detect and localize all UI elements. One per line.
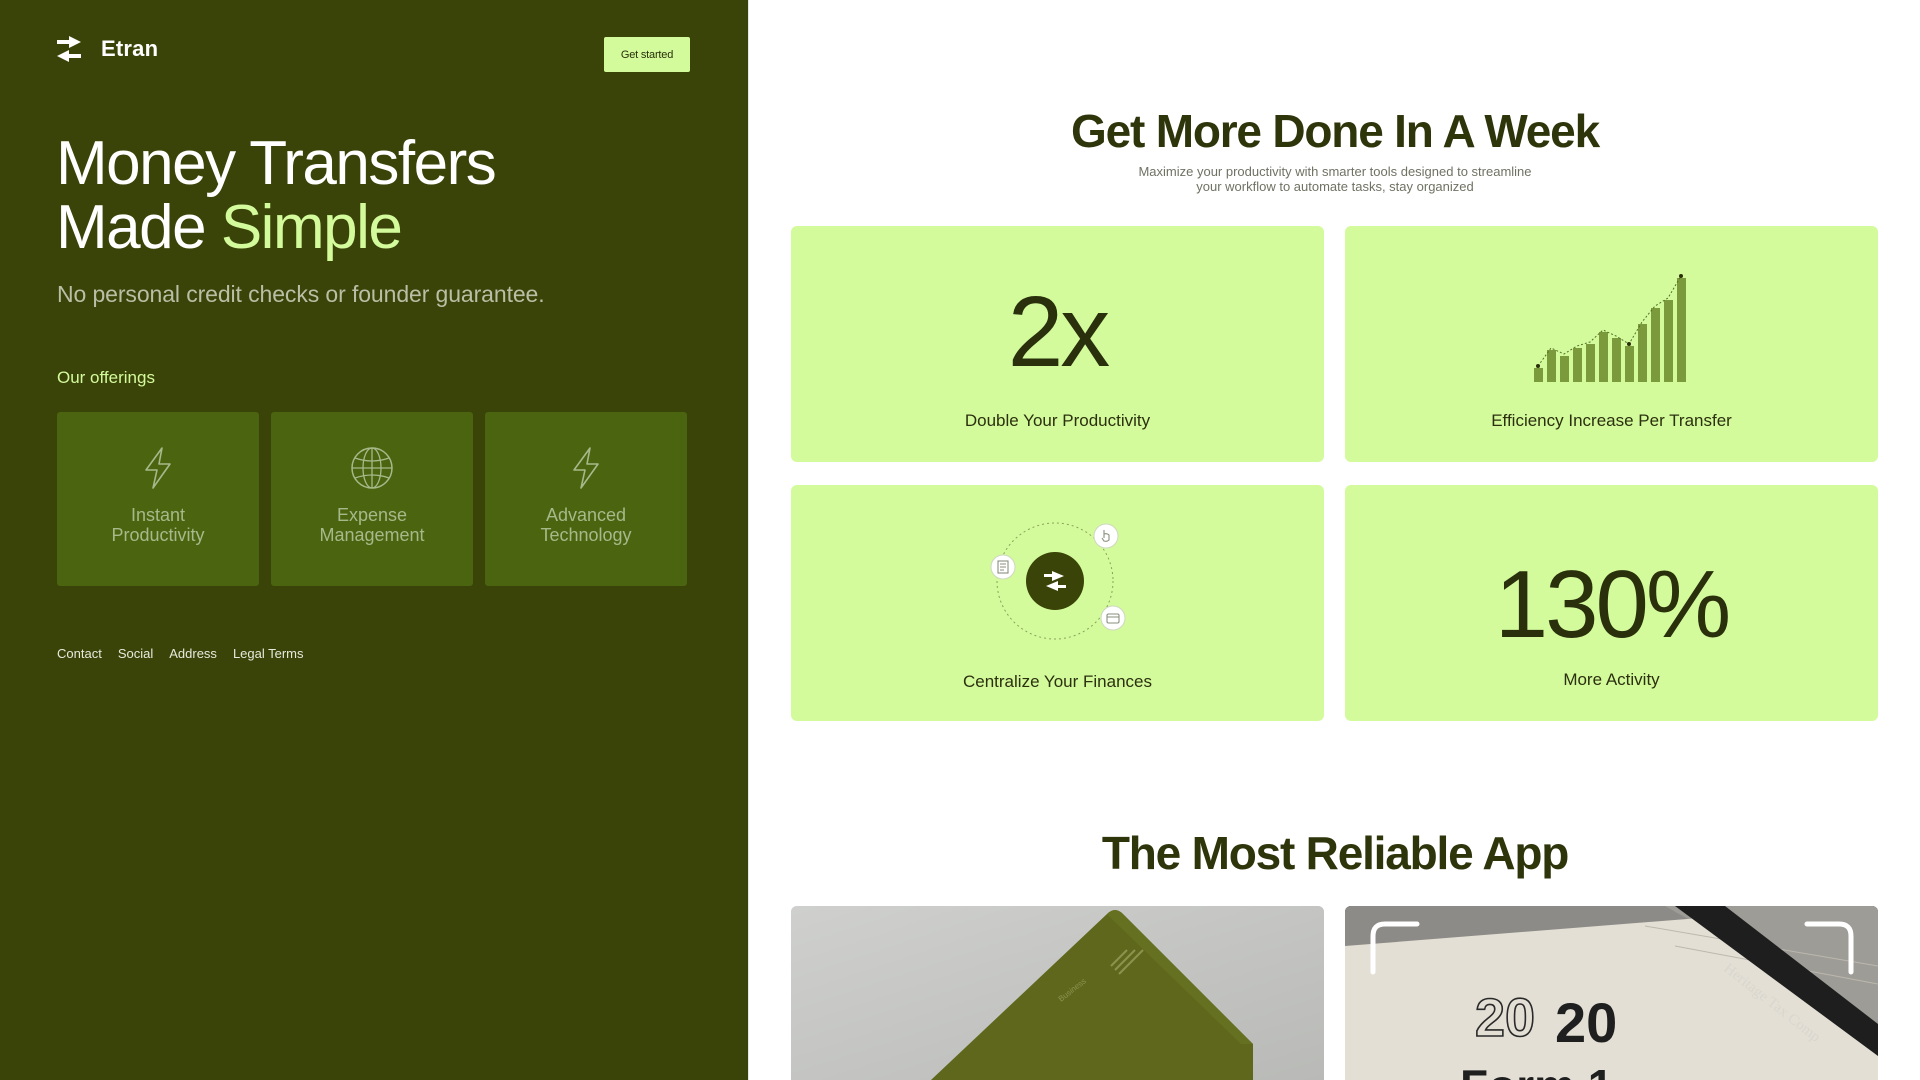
right-panel: Get More Done In A Week Maximize your pr…	[748, 0, 1920, 1080]
offerings-label: Our offerings	[57, 368, 155, 387]
left-panel: Etran Get started Money Transfers Made S…	[0, 0, 748, 1080]
tax-form-image: Heritage Tax Comp 20 20 Form 1	[1345, 906, 1878, 1080]
efficiency-bar-chart	[1534, 274, 1686, 382]
productivity-card: 2x Double Your Productivity	[791, 226, 1324, 462]
offering-label: Expense Management	[319, 505, 425, 545]
footer-links: Contact Social Address Legal Terms	[57, 646, 304, 661]
efficiency-caption: Efficiency Increase Per Transfer	[1491, 411, 1732, 430]
offering-label: Instant Productivity	[111, 505, 205, 545]
card-photo: Business	[791, 906, 1324, 1080]
activity-value: 130%	[1494, 551, 1732, 658]
transfer-arrows-icon	[57, 36, 81, 62]
get-started-button[interactable]: Get started	[604, 37, 690, 72]
hand-pointer-icon	[1093, 523, 1119, 549]
section-subtitle-line1: Maximize your productivity with smarter …	[1138, 164, 1532, 179]
offering-instant-productivity[interactable]: Instant Productivity	[57, 412, 259, 586]
brand-name: Etran	[101, 36, 159, 61]
offering-advanced-technology[interactable]: Advanced Technology	[485, 412, 687, 586]
reliable-app-title: The Most Reliable App	[1101, 827, 1570, 879]
section-subtitle-line2: your workflow to automate tasks, stay or…	[1196, 179, 1474, 194]
finances-card: Centralize Your Finances	[791, 485, 1324, 721]
globe-icon	[351, 447, 393, 489]
hero-title-prefix: Made	[56, 193, 221, 262]
hero-subtitle: No personal credit checks or founder gua…	[57, 281, 545, 307]
footer-link-contact[interactable]: Contact	[57, 646, 102, 661]
finances-caption: Centralize Your Finances	[962, 672, 1152, 691]
payment-card-image: Business	[791, 906, 1324, 1080]
offerings-list: Instant Productivity Expense Management …	[57, 412, 687, 586]
activity-card: 130% More Activity	[1345, 485, 1878, 721]
hero-title-line1: Money Transfers	[56, 129, 497, 198]
tax-form-year-bold: 20	[1555, 991, 1617, 1054]
section-title: Get More Done In A Week	[1071, 105, 1600, 157]
productivity-value: 2x	[1007, 276, 1111, 388]
receipt-icon	[990, 554, 1016, 580]
tax-form-year-outline: 20	[1475, 988, 1535, 1048]
offering-expense-management[interactable]: Expense Management	[271, 412, 473, 586]
footer-link-legal-terms[interactable]: Legal Terms	[233, 646, 304, 661]
offering-label: Advanced Technology	[540, 505, 632, 545]
wallet-icon	[1100, 605, 1126, 631]
footer-link-social[interactable]: Social	[118, 646, 153, 661]
tax-form-title: Form 1	[1460, 1060, 1613, 1080]
lightning-icon	[573, 447, 599, 489]
productivity-caption: Double Your Productivity	[964, 411, 1151, 430]
tax-form-photo: Heritage Tax Comp 20 20 Form 1	[1345, 906, 1878, 1080]
hero-title-accent: Simple	[220, 193, 403, 262]
activity-caption: More Activity	[1563, 670, 1660, 689]
section-subtitle: Maximize your productivity with smarter …	[749, 164, 1920, 194]
footer-link-address[interactable]: Address	[169, 646, 217, 661]
efficiency-card: Efficiency Increase Per Transfer	[1345, 226, 1878, 462]
brand-logo[interactable]: Etran	[57, 36, 158, 62]
hero-title: Money Transfers Made Simple	[56, 129, 497, 262]
lightning-icon	[145, 447, 171, 489]
